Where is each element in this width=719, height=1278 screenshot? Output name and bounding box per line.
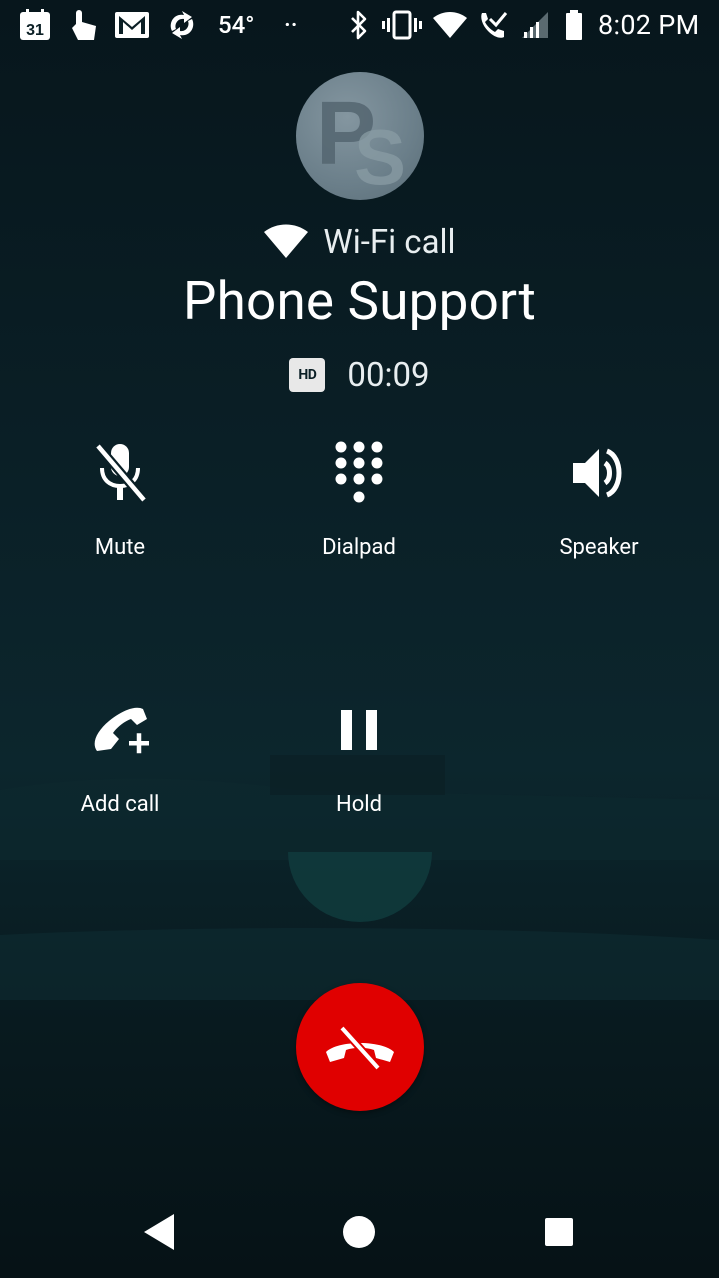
dialpad-label: Dialpad (322, 535, 396, 560)
mute-icon (80, 433, 160, 513)
battery-icon (564, 8, 584, 42)
add-call-button[interactable]: Add call (30, 690, 210, 840)
more-notifications-indicator: ·· (284, 11, 298, 39)
call-type-label: Wi-Fi call (323, 222, 456, 262)
hold-label: Hold (336, 792, 382, 817)
dialpad-icon (319, 433, 399, 513)
back-button[interactable] (130, 1202, 190, 1262)
wifi-calling-icon (476, 8, 508, 42)
temperature-text: 54° (218, 11, 255, 39)
touch-icon (68, 8, 98, 42)
hold-button[interactable]: Hold (269, 690, 449, 840)
recents-button[interactable] (529, 1202, 589, 1262)
vibrate-icon (382, 8, 422, 42)
speaker-button[interactable]: Speaker (509, 433, 689, 583)
end-call-icon (326, 1025, 394, 1071)
clock: 8:02 PM (598, 9, 700, 41)
speaker-icon (559, 433, 639, 513)
wifi-icon (264, 224, 309, 258)
svg-text:31: 31 (26, 22, 44, 39)
hd-voice-badge: HD (289, 358, 326, 392)
caller-name: Phone Support (182, 270, 536, 332)
signal-icon (520, 8, 550, 42)
call-duration: 00:09 (347, 355, 430, 395)
status-bar: 31 54° ·· 8:02 PM (0, 0, 719, 50)
navigation-bar (0, 1180, 719, 1278)
sync-icon (166, 8, 198, 42)
add-call-icon (80, 690, 160, 770)
bluetooth-icon (348, 8, 370, 42)
calendar-icon: 31 (18, 8, 52, 42)
phone-support-logo-icon: P S (316, 84, 406, 200)
pause-icon (319, 690, 399, 770)
mute-label: Mute (94, 535, 146, 560)
add-call-label: Add call (80, 792, 160, 817)
home-icon (343, 1216, 375, 1248)
wifi-icon (432, 8, 468, 42)
mute-button[interactable]: Mute (30, 433, 210, 583)
dialpad-button[interactable]: Dialpad (269, 433, 449, 583)
recents-icon (545, 1218, 573, 1246)
call-status-row: HD 00:09 (0, 352, 719, 398)
gmail-icon (114, 8, 150, 42)
end-call-button[interactable] (296, 983, 424, 1111)
speaker-label: Speaker (559, 535, 639, 560)
svg-text:S: S (354, 113, 406, 200)
back-icon (144, 1214, 174, 1250)
call-type-row: Wi-Fi call (0, 218, 719, 266)
caller-avatar: P S (296, 72, 424, 200)
home-button[interactable] (329, 1202, 389, 1262)
